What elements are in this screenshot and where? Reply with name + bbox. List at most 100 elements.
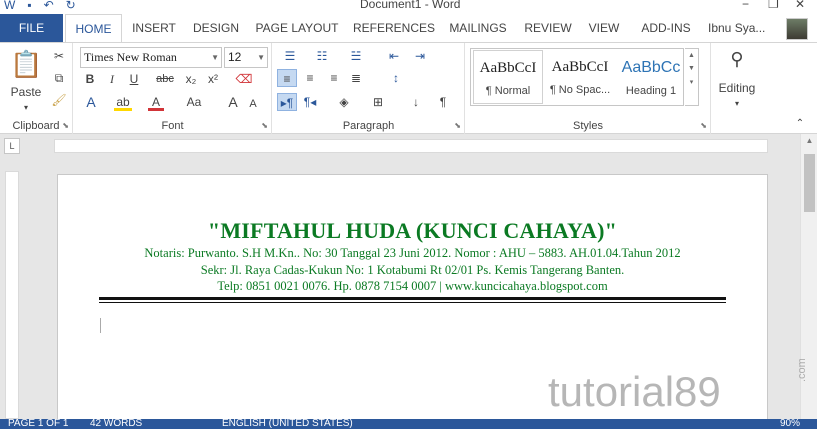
- font-name-combo[interactable]: Times New Roman ▼: [80, 47, 222, 68]
- tab-review[interactable]: REVIEW: [520, 14, 576, 42]
- copy-icon[interactable]: ⧉: [50, 69, 68, 87]
- underline-button[interactable]: U: [126, 70, 142, 88]
- font-group: Times New Roman ▼ 12 ▼ B I U abc x₂ x² ⌫…: [74, 43, 272, 134]
- word-count[interactable]: 42 WORDS: [90, 419, 142, 429]
- paragraph-launcher-icon[interactable]: ⬊: [454, 121, 461, 130]
- clipboard-launcher-icon[interactable]: ⬊: [62, 121, 69, 130]
- multilevel-list-icon[interactable]: ☱: [345, 47, 367, 65]
- watermark: tutorial89: [548, 368, 721, 415]
- ribbon-tabs: FILE HOME INSERT DESIGN PAGE LAYOUT REFE…: [0, 14, 817, 43]
- line-spacing-icon[interactable]: ↕: [385, 69, 407, 87]
- title-bar: W ▪ ↶ ↻ Document1 - Word − ❐ ✕: [0, 0, 817, 14]
- align-left-icon[interactable]: ≡: [277, 69, 297, 87]
- close-button[interactable]: ✕: [795, 0, 805, 11]
- status-bar: PAGE 1 OF 1 42 WORDS ENGLISH (UNITED STA…: [0, 419, 817, 429]
- more-styles-icon[interactable]: ▾: [685, 78, 698, 86]
- collapse-ribbon-icon[interactable]: ⌃: [793, 115, 807, 133]
- shrink-font-button[interactable]: A: [246, 95, 260, 113]
- tab-page-layout[interactable]: PAGE LAYOUT: [252, 14, 342, 42]
- styles-group-label: Styles: [573, 120, 603, 132]
- avatar[interactable]: [786, 18, 808, 40]
- ltr-icon[interactable]: ▸¶: [277, 93, 297, 111]
- style-name: ¶ Normal: [485, 85, 531, 97]
- clipboard-group: 📋 Paste ▾ ✂ ⧉ 🖌 Clipboard ⬊: [0, 43, 73, 134]
- style-normal[interactable]: AaBbCcI ¶ Normal: [473, 50, 543, 104]
- tab-references[interactable]: REFERENCES: [350, 14, 438, 42]
- quick-access-toolbar: W ▪ ↶ ↻: [4, 0, 76, 13]
- tab-home[interactable]: HOME: [65, 14, 122, 43]
- binoculars-icon[interactable]: ⚲: [722, 49, 752, 71]
- font-group-label: Font: [161, 120, 184, 132]
- vertical-ruler[interactable]: [5, 171, 19, 419]
- chevron-down-icon[interactable]: ▼: [685, 65, 698, 72]
- show-formatting-icon[interactable]: ¶: [435, 93, 451, 111]
- letterhead-line: Sekr: Jl. Raya Cadas-Kukun No: 1 Kotabum…: [200, 263, 625, 277]
- change-case-button[interactable]: Aa: [182, 93, 206, 111]
- decrease-indent-icon[interactable]: ⇤: [385, 47, 403, 65]
- letterhead-rule: [99, 297, 726, 300]
- page-count[interactable]: PAGE 1 OF 1: [8, 419, 68, 429]
- styles-gallery: AaBbCcI ¶ Normal AaBbCcI ¶ No Spac... Aa…: [470, 48, 684, 106]
- clear-formatting-icon[interactable]: ⌫: [234, 70, 254, 88]
- undo-icon[interactable]: ↶: [44, 0, 54, 12]
- chevron-down-icon: ▼: [211, 53, 219, 62]
- horizontal-ruler[interactable]: [54, 139, 768, 153]
- chevron-down-icon: ▼: [257, 53, 265, 62]
- bullets-icon[interactable]: ☰: [279, 47, 301, 65]
- superscript-button[interactable]: x²: [204, 70, 222, 88]
- letterhead-line: Telp: 0851 0021 0076. Hp. 0878 7154 0007…: [217, 279, 608, 293]
- justify-icon[interactable]: ≣: [347, 69, 365, 87]
- tab-add-ins[interactable]: ADD-INS: [634, 14, 698, 42]
- strikethrough-button[interactable]: abc: [152, 70, 178, 88]
- shading-icon[interactable]: ◈: [333, 93, 355, 111]
- paste-dropdown-icon[interactable]: ▾: [6, 99, 46, 117]
- save-icon[interactable]: ▪: [27, 0, 31, 12]
- text-effects-icon[interactable]: A: [82, 93, 100, 111]
- highlight-icon[interactable]: ab: [114, 93, 132, 111]
- chevron-up-icon[interactable]: ▲: [685, 52, 698, 59]
- font-launcher-icon[interactable]: ⬊: [261, 121, 268, 130]
- language-status[interactable]: ENGLISH (UNITED STATES): [222, 419, 353, 429]
- italic-button[interactable]: I: [104, 70, 120, 88]
- text-cursor: [100, 318, 101, 333]
- restore-button[interactable]: ❐: [768, 0, 779, 11]
- redo-icon[interactable]: ↻: [66, 0, 76, 12]
- minimize-button[interactable]: −: [742, 0, 749, 11]
- word-logo-icon: W: [4, 0, 16, 12]
- borders-icon[interactable]: ⊞: [367, 93, 389, 111]
- subscript-button[interactable]: x₂: [182, 70, 200, 88]
- tab-insert[interactable]: INSERT: [128, 14, 180, 42]
- paste-icon[interactable]: 📋: [10, 49, 42, 79]
- cut-icon[interactable]: ✂: [50, 47, 68, 65]
- tab-design[interactable]: DESIGN: [188, 14, 244, 42]
- tab-mailings[interactable]: MAILINGS: [446, 14, 510, 42]
- scroll-up-icon[interactable]: ▲: [801, 136, 817, 145]
- tab-file[interactable]: FILE: [0, 14, 63, 42]
- tab-view[interactable]: VIEW: [584, 14, 624, 42]
- chevron-down-icon[interactable]: ▾: [712, 95, 762, 113]
- paragraph-group-label: Paragraph: [342, 120, 395, 132]
- watermark-suffix: .com: [796, 358, 808, 382]
- scroll-thumb[interactable]: [804, 154, 815, 212]
- tab-selector[interactable]: L: [4, 138, 20, 154]
- styles-launcher-icon[interactable]: ⬊: [700, 121, 707, 130]
- grow-font-button[interactable]: A: [226, 93, 240, 111]
- bold-button[interactable]: B: [82, 70, 98, 88]
- increase-indent-icon[interactable]: ⇥: [411, 47, 429, 65]
- letterhead-line: Notaris: Purwanto. S.H M.Kn.. No: 30 Tan…: [144, 246, 681, 260]
- style-heading-1[interactable]: AaBbCc Heading 1: [616, 50, 686, 104]
- align-center-icon[interactable]: ≡: [301, 69, 319, 87]
- zoom-level[interactable]: 90%: [780, 419, 800, 429]
- numbering-icon[interactable]: ☷: [311, 47, 333, 65]
- user-name[interactable]: Ibnu Sya...: [708, 21, 765, 35]
- align-right-icon[interactable]: ≡: [325, 69, 343, 87]
- style-no-spacing[interactable]: AaBbCcI ¶ No Spac...: [545, 50, 615, 104]
- format-painter-icon[interactable]: 🖌: [50, 91, 68, 109]
- font-size-combo[interactable]: 12 ▼: [224, 47, 268, 68]
- window-title: Document1 - Word: [360, 0, 461, 11]
- rtl-icon[interactable]: ¶◂: [301, 93, 319, 111]
- style-name: ¶ No Spac...: [549, 84, 611, 96]
- sort-icon[interactable]: ↓: [407, 93, 425, 111]
- styles-scroll[interactable]: ▲ ▼ ▾: [685, 48, 699, 106]
- font-color-icon[interactable]: A: [148, 93, 164, 111]
